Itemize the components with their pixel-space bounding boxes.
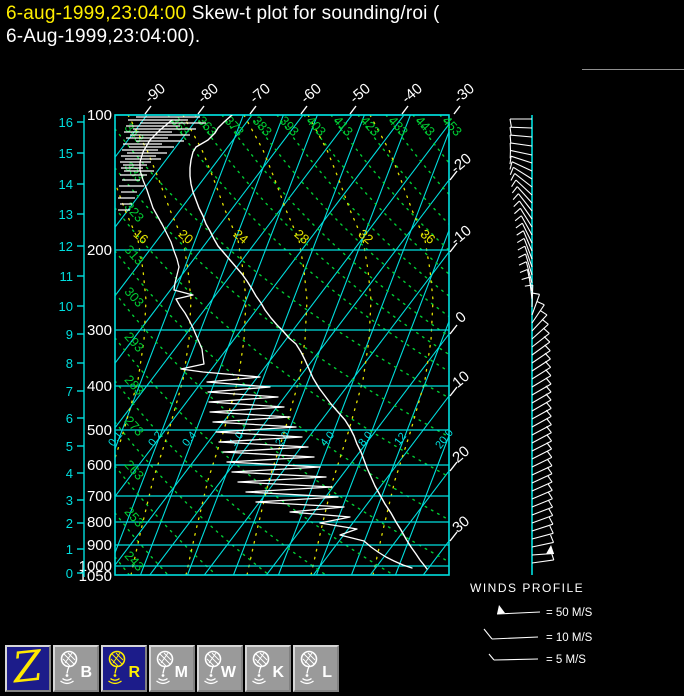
svg-text:5: 5 — [66, 439, 73, 454]
sounding-button-l[interactable]: L — [293, 645, 339, 692]
svg-text:4.0: 4.0 — [318, 429, 337, 448]
sounding-button-r[interactable]: R — [101, 645, 147, 692]
temperature-trace — [189, 115, 428, 570]
svg-text:7: 7 — [66, 384, 73, 399]
balloon-icon — [299, 650, 325, 691]
svg-text:20.0: 20.0 — [433, 427, 456, 451]
logo-button-z[interactable]: Z — [5, 640, 51, 692]
dry-adiabat-lines — [115, 115, 449, 575]
svg-text:373: 373 — [222, 113, 248, 139]
svg-text:20: 20 — [176, 226, 197, 247]
svg-text:393: 393 — [277, 113, 303, 139]
button-letter: M — [174, 664, 188, 681]
sounding-button-m[interactable]: M — [149, 645, 195, 692]
svg-text:-50: -50 — [346, 80, 374, 107]
svg-text:800: 800 — [87, 514, 112, 531]
svg-text:30: 30 — [449, 513, 473, 537]
button-letter: K — [272, 664, 284, 681]
svg-text:15: 15 — [59, 146, 73, 161]
svg-text:13: 13 — [59, 207, 73, 222]
svg-text:0.4: 0.4 — [180, 429, 199, 448]
svg-text:6: 6 — [66, 411, 73, 426]
svg-text:-20: -20 — [447, 150, 475, 177]
svg-text:-80: -80 — [194, 80, 222, 107]
winds-legend: WINDS PROFILE = 50 M/S = 10 M/S = 5 M/S — [470, 581, 593, 666]
button-letter: R — [128, 664, 140, 681]
svg-text:313: 313 — [122, 242, 148, 268]
height-axis: 161514131211109876543210 — [59, 115, 85, 581]
svg-text:10: 10 — [59, 299, 73, 314]
svg-text:= 10 M/S: = 10 M/S — [546, 632, 593, 644]
svg-text:700: 700 — [87, 488, 112, 505]
toolbar: Z B R M W K L — [5, 640, 339, 692]
svg-text:323: 323 — [122, 199, 148, 225]
svg-text:-30: -30 — [450, 80, 478, 107]
svg-text:293: 293 — [122, 329, 148, 355]
button-letter: W — [220, 664, 236, 681]
svg-text:303: 303 — [122, 284, 148, 310]
isotherm-labels: -90 -80 -70 -60 -50 -40 -30 -20 -10 0 10 20 30 — [141, 80, 478, 542]
svg-text:500: 500 — [87, 422, 112, 439]
svg-text:273: 273 — [122, 413, 148, 439]
skewt-plot: 1002003004005006007008009001000105016151… — [59, 80, 593, 666]
button-letter: L — [322, 664, 332, 681]
svg-text:-10: -10 — [447, 222, 475, 249]
svg-text:10: 10 — [449, 368, 473, 392]
svg-text:0: 0 — [452, 308, 469, 326]
svg-text:-70: -70 — [246, 80, 274, 107]
sounding-balloon-icon — [300, 650, 318, 685]
svg-text:4: 4 — [66, 466, 73, 481]
sounding-button-k[interactable]: K — [245, 645, 291, 692]
sounding-button-b[interactable]: B — [53, 645, 99, 692]
svg-text:900: 900 — [87, 537, 112, 554]
svg-text:423: 423 — [358, 113, 384, 139]
svg-text:28: 28 — [292, 226, 313, 247]
svg-text:14: 14 — [59, 177, 73, 192]
svg-text:8.0: 8.0 — [356, 429, 375, 448]
svg-text:2: 2 — [66, 516, 73, 531]
app-logo-z: Z — [10, 640, 46, 692]
moist-adiabat-labels: 16 20 24 28 32 36 — [131, 226, 439, 247]
svg-text:0: 0 — [66, 566, 73, 581]
svg-text:20: 20 — [449, 443, 473, 467]
svg-text:= 5 M/S: = 5 M/S — [546, 654, 586, 666]
svg-text:343: 343 — [122, 120, 148, 146]
svg-text:100: 100 — [87, 107, 112, 124]
svg-text:413: 413 — [331, 113, 357, 139]
svg-text:383: 383 — [250, 113, 276, 139]
svg-text:200: 200 — [87, 242, 112, 259]
sounding-button-w[interactable]: W — [197, 645, 243, 692]
winds-profile — [509, 115, 555, 575]
button-letter: B — [80, 664, 92, 681]
svg-text:16: 16 — [59, 115, 73, 130]
svg-text:600: 600 — [87, 457, 112, 474]
svg-text:443: 443 — [413, 113, 439, 139]
svg-text:36: 36 — [418, 226, 439, 247]
app-window: 6-aug-1999,23:04:00 Skew-t plot for soun… — [0, 0, 684, 696]
svg-text:403: 403 — [304, 113, 330, 139]
svg-text:9: 9 — [66, 327, 73, 342]
svg-text:400: 400 — [87, 378, 112, 395]
svg-text:-60: -60 — [297, 80, 325, 107]
svg-text:3: 3 — [66, 493, 73, 508]
winds-legend-title: WINDS PROFILE — [470, 581, 584, 595]
svg-text:-40: -40 — [398, 80, 426, 107]
dry-adiabat-labels: 343333323313303293283273263253243353 363 3… — [122, 113, 466, 574]
svg-text:1: 1 — [66, 542, 73, 557]
svg-text:453: 453 — [440, 113, 466, 139]
svg-text:= 50 M/S: = 50 M/S — [546, 607, 593, 619]
svg-text:11: 11 — [60, 269, 74, 284]
svg-text:8: 8 — [66, 356, 73, 371]
svg-text:12: 12 — [59, 239, 73, 254]
mixing-ratio-labels: 0.1 0.2 0.4 1.0 2.0 4.0 8.0 12 20.0 — [106, 427, 456, 451]
svg-text:-90: -90 — [141, 80, 169, 107]
svg-text:300: 300 — [87, 322, 112, 339]
svg-text:0.2: 0.2 — [146, 429, 165, 448]
